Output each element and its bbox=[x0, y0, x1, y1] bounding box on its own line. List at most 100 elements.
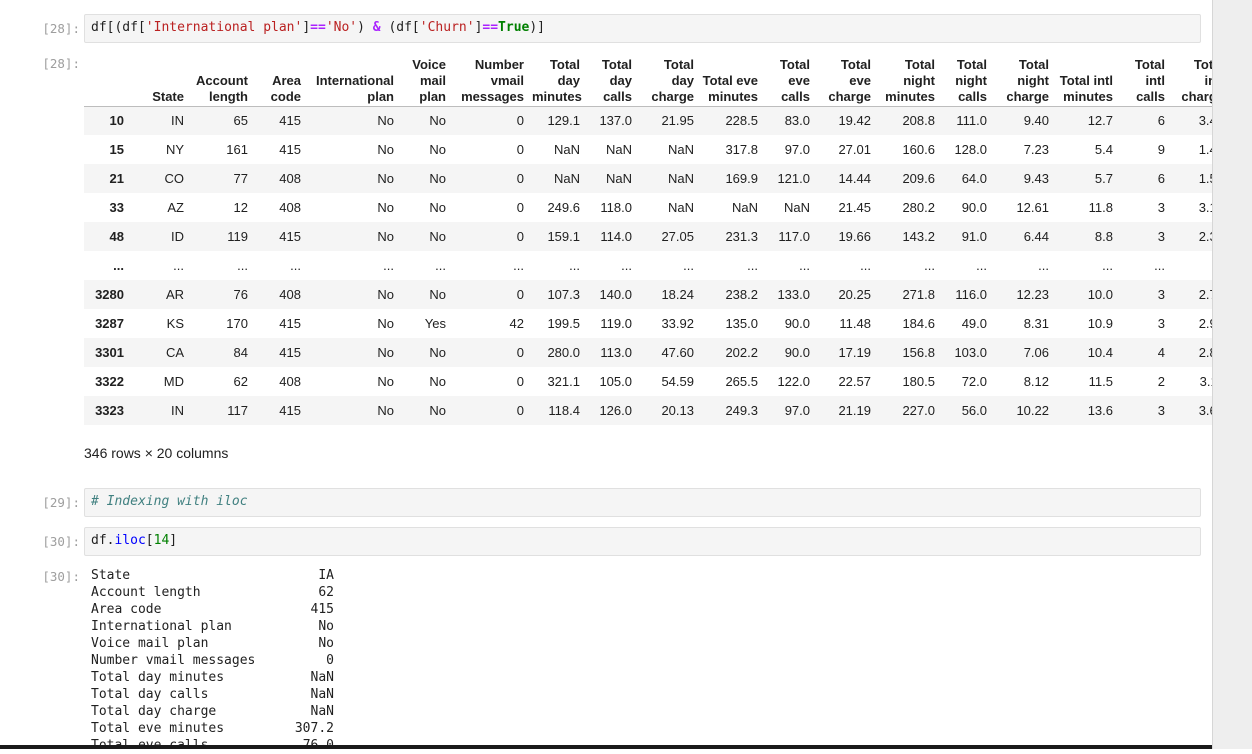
table-cell: ... bbox=[290, 258, 301, 273]
column-header: Total day minutes bbox=[528, 54, 584, 107]
table-cell: 6.44 bbox=[1023, 229, 1049, 244]
table-cell: 90.0 bbox=[961, 200, 987, 215]
row-index: 33 bbox=[109, 199, 124, 215]
table-cell: 22.57 bbox=[838, 374, 871, 389]
series-value: 415 bbox=[310, 602, 334, 617]
table-cell: 76 bbox=[233, 287, 248, 302]
column-header: Account length bbox=[188, 54, 252, 107]
table-cell: 3 bbox=[1157, 403, 1165, 418]
table-cell: No bbox=[377, 113, 394, 129]
table-cell: No bbox=[429, 229, 446, 244]
table-cell: AR bbox=[165, 287, 184, 302]
table-cell: 231.3 bbox=[725, 229, 758, 244]
series-row: State IA bbox=[91, 567, 334, 584]
table-row: 3280 AR 76 408 No No 0 107.3 140.0 18.24 238.2 133.… bbox=[84, 280, 1250, 309]
table-cell: ... bbox=[383, 258, 394, 273]
table-cell: 0 bbox=[516, 113, 524, 129]
table-cell: 107.3 bbox=[547, 287, 580, 302]
table-cell: No bbox=[429, 345, 446, 360]
table-cell: 0 bbox=[516, 374, 524, 389]
table-cell: 3 bbox=[1157, 316, 1165, 331]
column-header: Voice mail plan bbox=[398, 54, 450, 107]
table-cell: 3 bbox=[1157, 287, 1165, 302]
table-cell: No bbox=[377, 403, 394, 418]
table-row: 10 IN 65 415 No No 0 129.1 137.0 21.95 228.5 83.0 19… bbox=[84, 106, 1250, 135]
series-key: State bbox=[91, 568, 131, 583]
series-value: 0 bbox=[326, 653, 334, 668]
table-cell: ... bbox=[237, 258, 248, 273]
table-body: 10 IN 65 415 No No 0 129.1 137.0 21.95 228.5 83.0 19… bbox=[84, 106, 1250, 425]
table-cell: IN bbox=[171, 403, 184, 418]
table-cell: 12.23 bbox=[1016, 287, 1049, 302]
table-cell: 161 bbox=[226, 142, 248, 157]
table-cell: 111.0 bbox=[956, 113, 987, 129]
column-header: Total night calls bbox=[939, 54, 991, 107]
table-cell: No bbox=[377, 287, 394, 302]
code-token: == bbox=[482, 20, 499, 35]
table-cell: ... bbox=[683, 258, 694, 273]
table-cell: No bbox=[377, 171, 394, 186]
table-cell: 199.5 bbox=[547, 316, 580, 331]
table-cell: ... bbox=[799, 258, 810, 273]
series-key: Number vmail messages bbox=[91, 653, 256, 668]
table-cell: 19.66 bbox=[838, 229, 871, 244]
output-prompt-30: [30]: bbox=[42, 569, 80, 584]
column-header: Total intl minutes bbox=[1053, 54, 1117, 107]
table-row: 21 CO 77 408 No No 0 NaN NaN NaN 169.9 121.0 14.44 20… bbox=[84, 164, 1250, 193]
code-token: 14 bbox=[153, 533, 170, 548]
table-cell: 20.13 bbox=[661, 403, 694, 418]
code-cell-30[interactable]: df.iloc[14] bbox=[84, 527, 1201, 556]
table-cell: 160.6 bbox=[902, 142, 935, 157]
table-cell: 12 bbox=[233, 200, 248, 215]
table-cell: 0 bbox=[516, 171, 524, 186]
dataframe-shape-note: 346 rows × 20 columns bbox=[84, 445, 229, 461]
table-cell: 56.0 bbox=[961, 403, 987, 418]
code-cell-29[interactable]: # Indexing with iloc bbox=[84, 488, 1201, 517]
table-cell: ... bbox=[747, 258, 758, 273]
table-cell: NaN bbox=[731, 200, 758, 215]
column-header: Total eve calls bbox=[762, 54, 814, 107]
table-cell: 10.9 bbox=[1087, 316, 1113, 331]
table-cell: 62 bbox=[233, 374, 248, 389]
series-row: Number vmail messages 0 bbox=[91, 652, 334, 669]
series-row: Voice mail plan No bbox=[91, 635, 334, 652]
table-cell: 169.9 bbox=[725, 171, 758, 186]
table-cell: ... bbox=[1102, 258, 1113, 273]
table-cell: ... bbox=[621, 258, 632, 273]
table-cell: No bbox=[429, 200, 446, 215]
series-value: NaN bbox=[310, 670, 334, 685]
code-token: 'Churn' bbox=[419, 20, 475, 35]
table-row: 3323 IN 117 415 No No 0 118.4 126.0 20.13 249.3 97.… bbox=[84, 396, 1250, 425]
table-cell: 3 bbox=[1157, 200, 1165, 215]
code-token: 'No' bbox=[325, 20, 358, 35]
code-token: )] bbox=[529, 20, 546, 35]
table-row: ........................................… bbox=[84, 251, 1250, 280]
series-value: No bbox=[318, 619, 334, 634]
table-cell: No bbox=[429, 142, 446, 157]
table-cell: 4 bbox=[1157, 345, 1165, 360]
column-header: Total day charge bbox=[636, 54, 698, 107]
table-cell: KS bbox=[166, 316, 184, 331]
series-value: NaN bbox=[310, 704, 334, 719]
series-row: Total day minutes NaN bbox=[91, 669, 334, 686]
table-cell: 143.2 bbox=[902, 229, 935, 244]
code-token: # Indexing with iloc bbox=[91, 494, 248, 509]
row-index: 3287 bbox=[95, 315, 124, 331]
table-cell: 126.0 bbox=[599, 403, 632, 418]
series-key: Area code bbox=[91, 602, 162, 617]
code-token: ] bbox=[169, 533, 178, 548]
series-key: Total day minutes bbox=[91, 670, 225, 685]
table-cell: 119 bbox=[227, 229, 248, 244]
series-key: Account length bbox=[91, 585, 201, 600]
code-cell-28[interactable]: df[(df['International plan']=='No') & (d… bbox=[84, 14, 1201, 43]
table-cell: NaN bbox=[667, 142, 694, 157]
table-cell: 3 bbox=[1157, 229, 1165, 244]
series-key: Total eve minutes bbox=[91, 721, 225, 736]
table-cell: No bbox=[429, 171, 446, 186]
input-prompt-29: [29]: bbox=[42, 495, 80, 510]
table-cell: 97.0 bbox=[784, 142, 810, 157]
table-cell: 317.8 bbox=[725, 142, 758, 157]
table-cell: 90.0 bbox=[784, 345, 810, 360]
table-cell: 180.5 bbox=[902, 374, 935, 389]
table-cell: NaN bbox=[667, 200, 694, 215]
